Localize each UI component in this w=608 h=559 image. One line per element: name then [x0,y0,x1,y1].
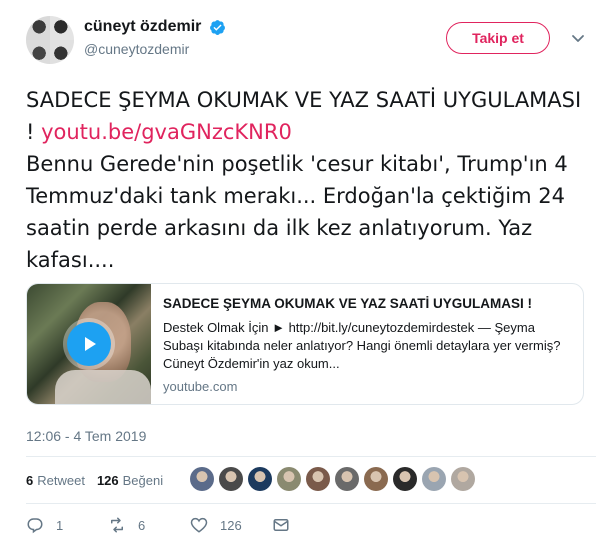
retweet-stat[interactable]: 6 Retweet [26,473,85,488]
avatar[interactable] [26,16,74,64]
liker-avatar[interactable] [335,467,359,491]
liker-avatar[interactable] [277,467,301,491]
tweet-link[interactable]: youtu.be/gvaGNzcKNR0 [41,120,292,144]
like-icon [190,517,208,533]
reply-count: 1 [56,517,64,533]
follow-button[interactable]: Takip et [446,22,550,54]
tweet-header: cüneyt özdemir @cuneytozdemir Takip et [26,16,596,68]
like-stat[interactable]: 126 Beğeni [97,473,163,488]
like-stat-label: Beğeni [122,472,164,488]
chevron-down-icon[interactable] [570,30,586,46]
liker-avatar[interactable] [306,467,330,491]
verified-icon [209,19,225,35]
like-button[interactable]: 126 [190,516,272,534]
tweet-actions: 1 6 126 [26,516,290,534]
divider [26,503,596,504]
message-icon [273,519,289,531]
like-stat-count: 126 [96,472,119,488]
message-button[interactable] [272,516,290,534]
tweet-stats: 6 Retweet 126 Beğeni [26,467,175,493]
card-description: Destek Olmak İçin ► http://bit.ly/cuneyt… [163,320,561,371]
card-domain: youtube.com [163,379,238,394]
display-name[interactable]: cüneyt özdemir [84,18,201,36]
tweet-text-body: Bennu Gerede'nin poşetlik 'cesur kitabı'… [26,152,568,272]
liker-avatar[interactable] [393,467,417,491]
retweet-stat-label: Retweet [37,472,85,488]
liker-avatar[interactable] [248,467,272,491]
liker-avatar[interactable] [190,467,214,491]
user-info: cüneyt özdemir @cuneytozdemir [84,18,226,57]
tweet-timestamp[interactable]: 12:06 - 4 Tem 2019 [26,428,146,444]
link-preview-card[interactable]: SADECE ŞEYMA OKUMAK VE YAZ SAATİ UYGULAM… [26,283,584,405]
play-icon [85,337,96,351]
retweet-count: 6 [138,517,146,533]
play-button[interactable] [63,318,115,370]
retweet-stat-count: 6 [26,472,34,488]
liker-avatar[interactable] [364,467,388,491]
divider [26,456,596,457]
card-body: SADECE ŞEYMA OKUMAK VE YAZ SAATİ UYGULAM… [151,284,583,404]
liker-avatar[interactable] [219,467,243,491]
card-title: SADECE ŞEYMA OKUMAK VE YAZ SAATİ UYGULAM… [163,296,533,311]
likers-avatars [190,467,480,491]
liker-avatar[interactable] [422,467,446,491]
liker-avatar[interactable] [451,467,475,491]
tweet-text: SADECE ŞEYMA OKUMAK VE YAZ SAATİ UYGULAM… [26,84,586,276]
retweet-icon [111,517,123,533]
like-count: 126 [220,517,242,533]
reply-button[interactable]: 1 [26,516,108,534]
retweet-button[interactable]: 6 [108,516,190,534]
reply-icon [27,518,43,534]
user-handle[interactable]: @cuneytozdemir [84,41,226,57]
video-thumbnail[interactable] [27,284,151,404]
